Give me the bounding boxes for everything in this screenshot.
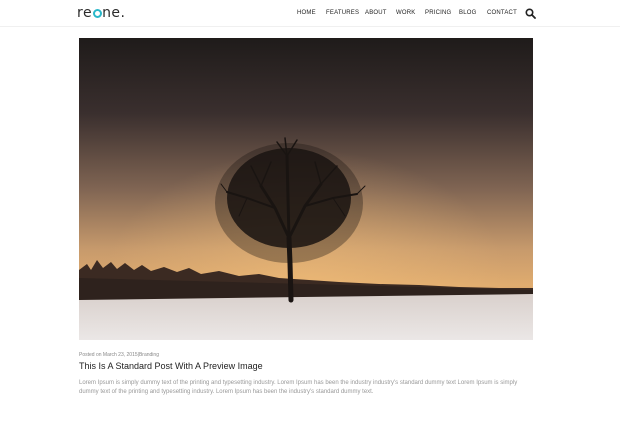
logo-prefix: re <box>77 5 93 21</box>
nav-item-contact[interactable]: CONTACT <box>487 10 517 16</box>
post-excerpt: Lorem Ipsum is simply dummy text of the … <box>79 380 518 395</box>
nav-item-blog[interactable]: BLOG <box>459 10 476 16</box>
site-header: re ne. HOME FEATURES ABOUT WORK PRICING B… <box>0 0 620 27</box>
nav-item-home[interactable]: HOME <box>297 10 316 16</box>
search-icon[interactable] <box>525 8 536 19</box>
nav-item-pricing[interactable]: PRICING <box>425 10 451 16</box>
post-meta: Posted on March 23, 2015|Branding <box>79 352 159 358</box>
logo-suffix: ne. <box>102 5 126 21</box>
logo-o-mark <box>92 8 102 18</box>
nav-item-work[interactable]: WORK <box>396 10 415 16</box>
post-title[interactable]: This Is A Standard Post With A Preview I… <box>79 361 263 371</box>
post-date: Posted on March 23, 2015 <box>79 352 138 358</box>
nav-item-about[interactable]: ABOUT <box>365 10 387 16</box>
nav-item-features[interactable]: FEATURES <box>326 10 359 16</box>
post-category-link[interactable]: Branding <box>139 352 159 358</box>
logo[interactable]: re ne. <box>77 5 126 21</box>
post-preview-image[interactable] <box>79 38 533 340</box>
